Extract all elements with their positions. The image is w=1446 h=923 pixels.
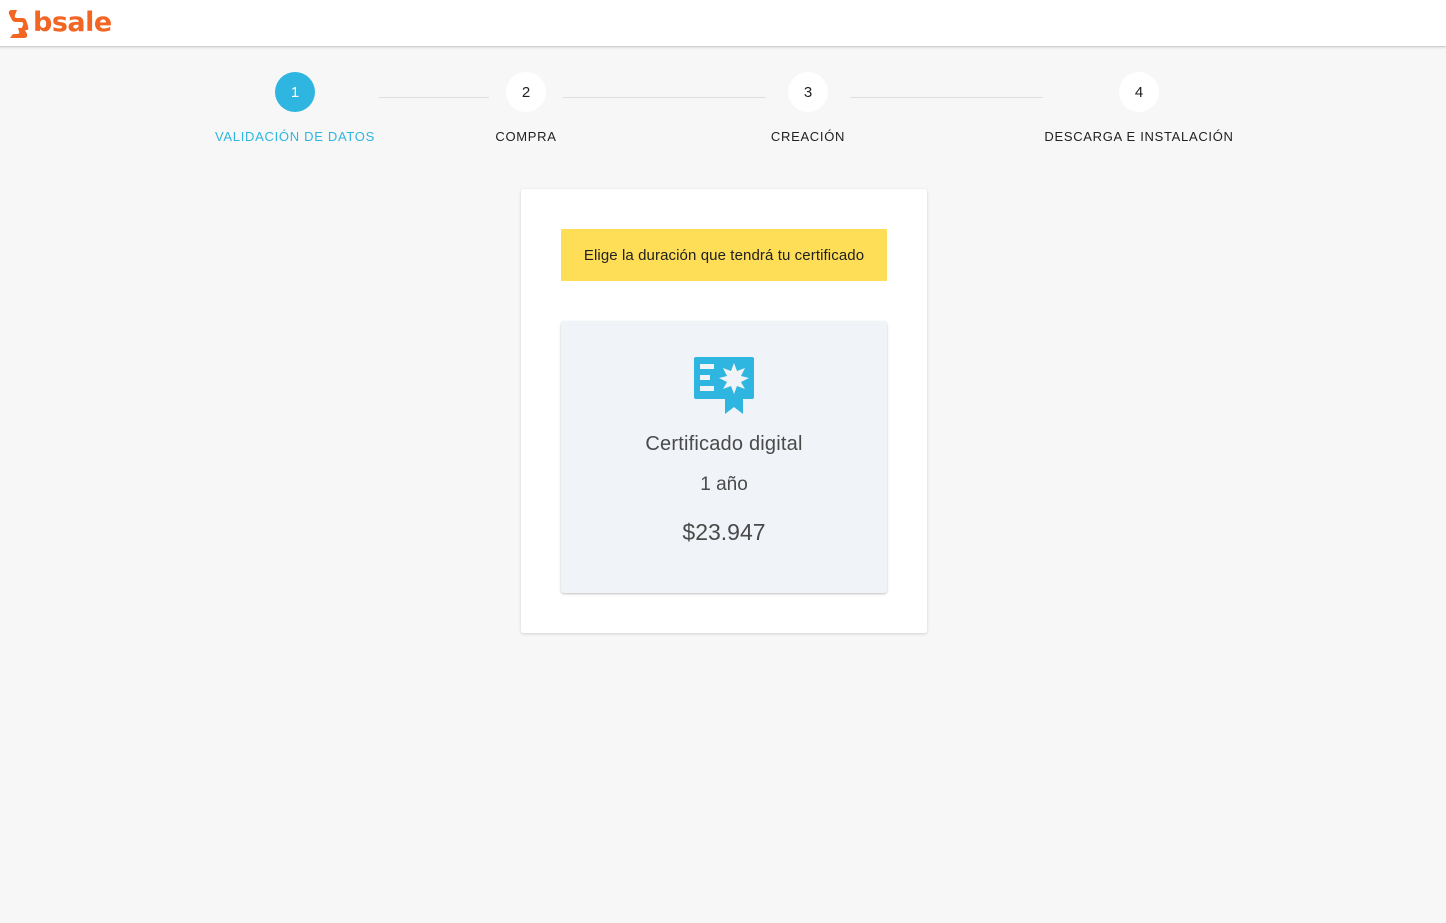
step-connector <box>563 97 766 98</box>
step-connector <box>850 97 1043 98</box>
certificate-option-1-year[interactable]: Certificado digital 1 año $23.947 <box>561 321 887 593</box>
certificate-icon <box>694 357 754 414</box>
bsale-logo-icon <box>8 10 29 38</box>
step-connector <box>379 97 489 98</box>
option-title: Certificado digital <box>645 433 803 455</box>
step-1-label: VALIDACIÓN DE DATOS <box>215 129 375 144</box>
top-bar: bsale <box>0 0 1446 47</box>
step-1-circle[interactable]: 1 <box>275 72 315 112</box>
option-price: $23.947 <box>682 519 766 545</box>
step-3-circle[interactable]: 3 <box>788 72 828 112</box>
step-2-circle[interactable]: 2 <box>506 72 546 112</box>
duration-notice: Elige la duración que tendrá tu certific… <box>561 229 887 281</box>
brand-name: bsale <box>33 7 112 38</box>
step-4-circle[interactable]: 4 <box>1119 72 1159 112</box>
bsale-logo[interactable]: bsale <box>6 6 112 42</box>
step-3-label: CREACIÓN <box>770 129 846 144</box>
step-2-label: COMPRA <box>495 129 557 144</box>
step-4-label: DESCARGA E INSTALACIÓN <box>1044 129 1234 144</box>
option-duration: 1 año <box>700 474 748 495</box>
stepper: 1 VALIDACIÓN DE DATOS 2 COMPRA 3 CREACIÓ… <box>0 60 1446 160</box>
certificate-card: Elige la duración que tendrá tu certific… <box>521 189 927 633</box>
